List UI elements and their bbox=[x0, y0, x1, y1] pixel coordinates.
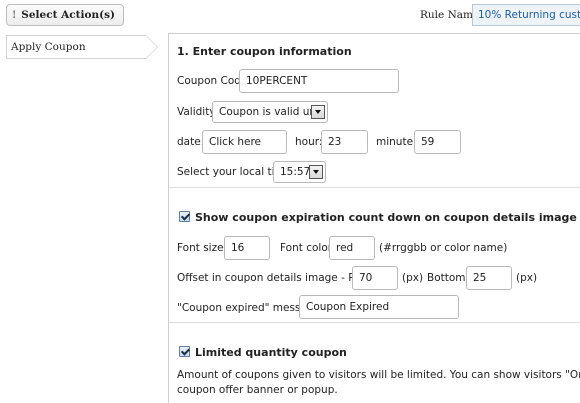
font-size-input[interactable]: 16 bbox=[224, 236, 270, 260]
chevron-down-icon[interactable] bbox=[311, 105, 325, 119]
select-actions-button[interactable]: ! Select Action(s) bbox=[6, 4, 124, 26]
validity-label: Validity bbox=[177, 106, 216, 118]
validity-select[interactable]: Coupon is valid until bbox=[212, 101, 328, 123]
exclamation-icon: ! bbox=[11, 9, 17, 21]
font-color-input[interactable]: red bbox=[329, 236, 375, 260]
expired-message-input[interactable]: Coupon Expired bbox=[299, 295, 459, 319]
offset-right-input[interactable]: 70 bbox=[352, 266, 398, 290]
local-time-select-value: 15:57 bbox=[280, 166, 311, 178]
countdown-checkbox-label: Show coupon expiration count down on cou… bbox=[195, 211, 577, 224]
rule-name-input[interactable]: 10% Returning customer bbox=[472, 4, 580, 26]
section-title: 1. Enter coupon information bbox=[177, 45, 352, 58]
offset-bottom-input[interactable]: 25 bbox=[466, 266, 512, 290]
font-size-label: Font size: bbox=[177, 242, 228, 254]
section-divider bbox=[169, 187, 580, 188]
hour-input[interactable]: 23 bbox=[321, 130, 368, 154]
select-actions-label: Select Action(s) bbox=[21, 9, 115, 21]
px-unit-label: (px) bbox=[402, 272, 424, 284]
font-color-hint: (#rrggbb or color name) bbox=[379, 242, 508, 254]
coupon-settings-panel: 1. Enter coupon information Coupon Code:… bbox=[168, 33, 580, 403]
top-bar: ! Select Action(s) Rule Name: 10% Return… bbox=[0, 0, 580, 32]
limited-quantity-checkbox[interactable] bbox=[179, 346, 190, 357]
description-line: coupon offer banner or popup. bbox=[177, 384, 338, 396]
bottom-label: Bottom: bbox=[427, 272, 470, 284]
date-input[interactable]: Click here bbox=[202, 130, 287, 154]
countdown-checkbox[interactable] bbox=[179, 211, 190, 222]
chevron-down-icon[interactable] bbox=[309, 165, 323, 179]
coupon-code-input[interactable]: 10PERCENT bbox=[239, 69, 399, 93]
tab-arrow-inner bbox=[146, 36, 157, 58]
local-time-select[interactable]: 15:57 bbox=[273, 161, 326, 183]
sidebar-item-apply-coupon[interactable]: Apply Coupon bbox=[6, 35, 158, 59]
offset-label: Offset in coupon details image - Right: bbox=[177, 272, 380, 284]
minute-input[interactable]: 59 bbox=[414, 130, 461, 154]
limited-quantity-description: Amount of coupons given to visitors will… bbox=[177, 368, 580, 398]
sidebar-item-label: Apply Coupon bbox=[11, 41, 86, 53]
validity-select-value: Coupon is valid until bbox=[219, 106, 326, 118]
hour-label: hour: bbox=[295, 136, 323, 148]
date-label: date: bbox=[177, 136, 205, 148]
minute-label: minute: bbox=[376, 136, 417, 148]
section-divider bbox=[169, 322, 580, 323]
description-line: Amount of coupons given to visitors will… bbox=[177, 369, 580, 381]
px-unit-label: (px) bbox=[516, 272, 538, 284]
font-color-label: Font color: bbox=[280, 242, 336, 254]
limited-quantity-label: Limited quantity coupon bbox=[195, 346, 347, 359]
